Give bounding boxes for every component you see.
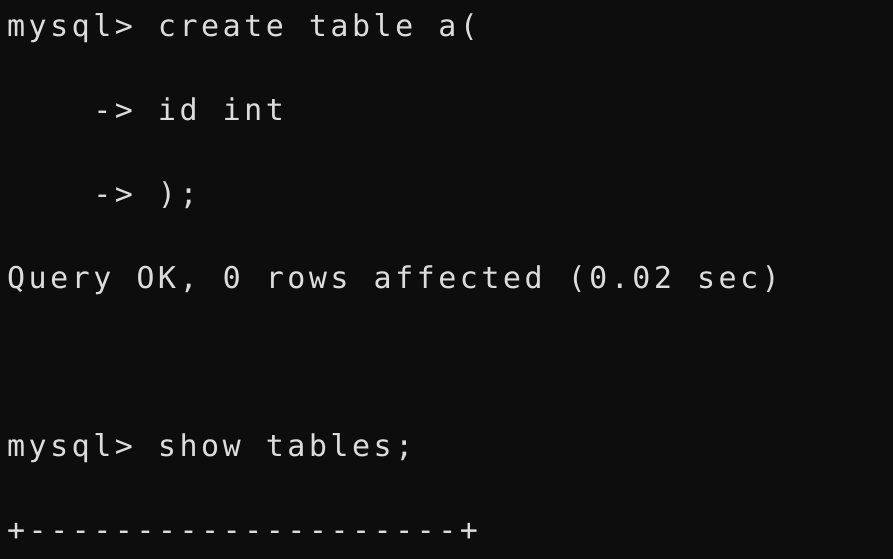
terminal-line-statement-close: -> ); [7, 177, 202, 212]
terminal-line-create-table-start: mysql> create table a( [7, 9, 482, 44]
terminal-output: mysql> create table a( -> id int -> ); Q… [7, 6, 783, 559]
table-border-top: +--------------------+ [7, 513, 482, 548]
terminal-line-show-tables: mysql> show tables; [7, 429, 417, 464]
terminal-line-query-ok: Query OK, 0 rows affected (0.02 sec) [7, 261, 784, 296]
terminal-line-column-definition: -> id int [7, 93, 288, 128]
terminal-window[interactable]: mysql> create table a( -> id int -> ); Q… [0, 0, 893, 559]
